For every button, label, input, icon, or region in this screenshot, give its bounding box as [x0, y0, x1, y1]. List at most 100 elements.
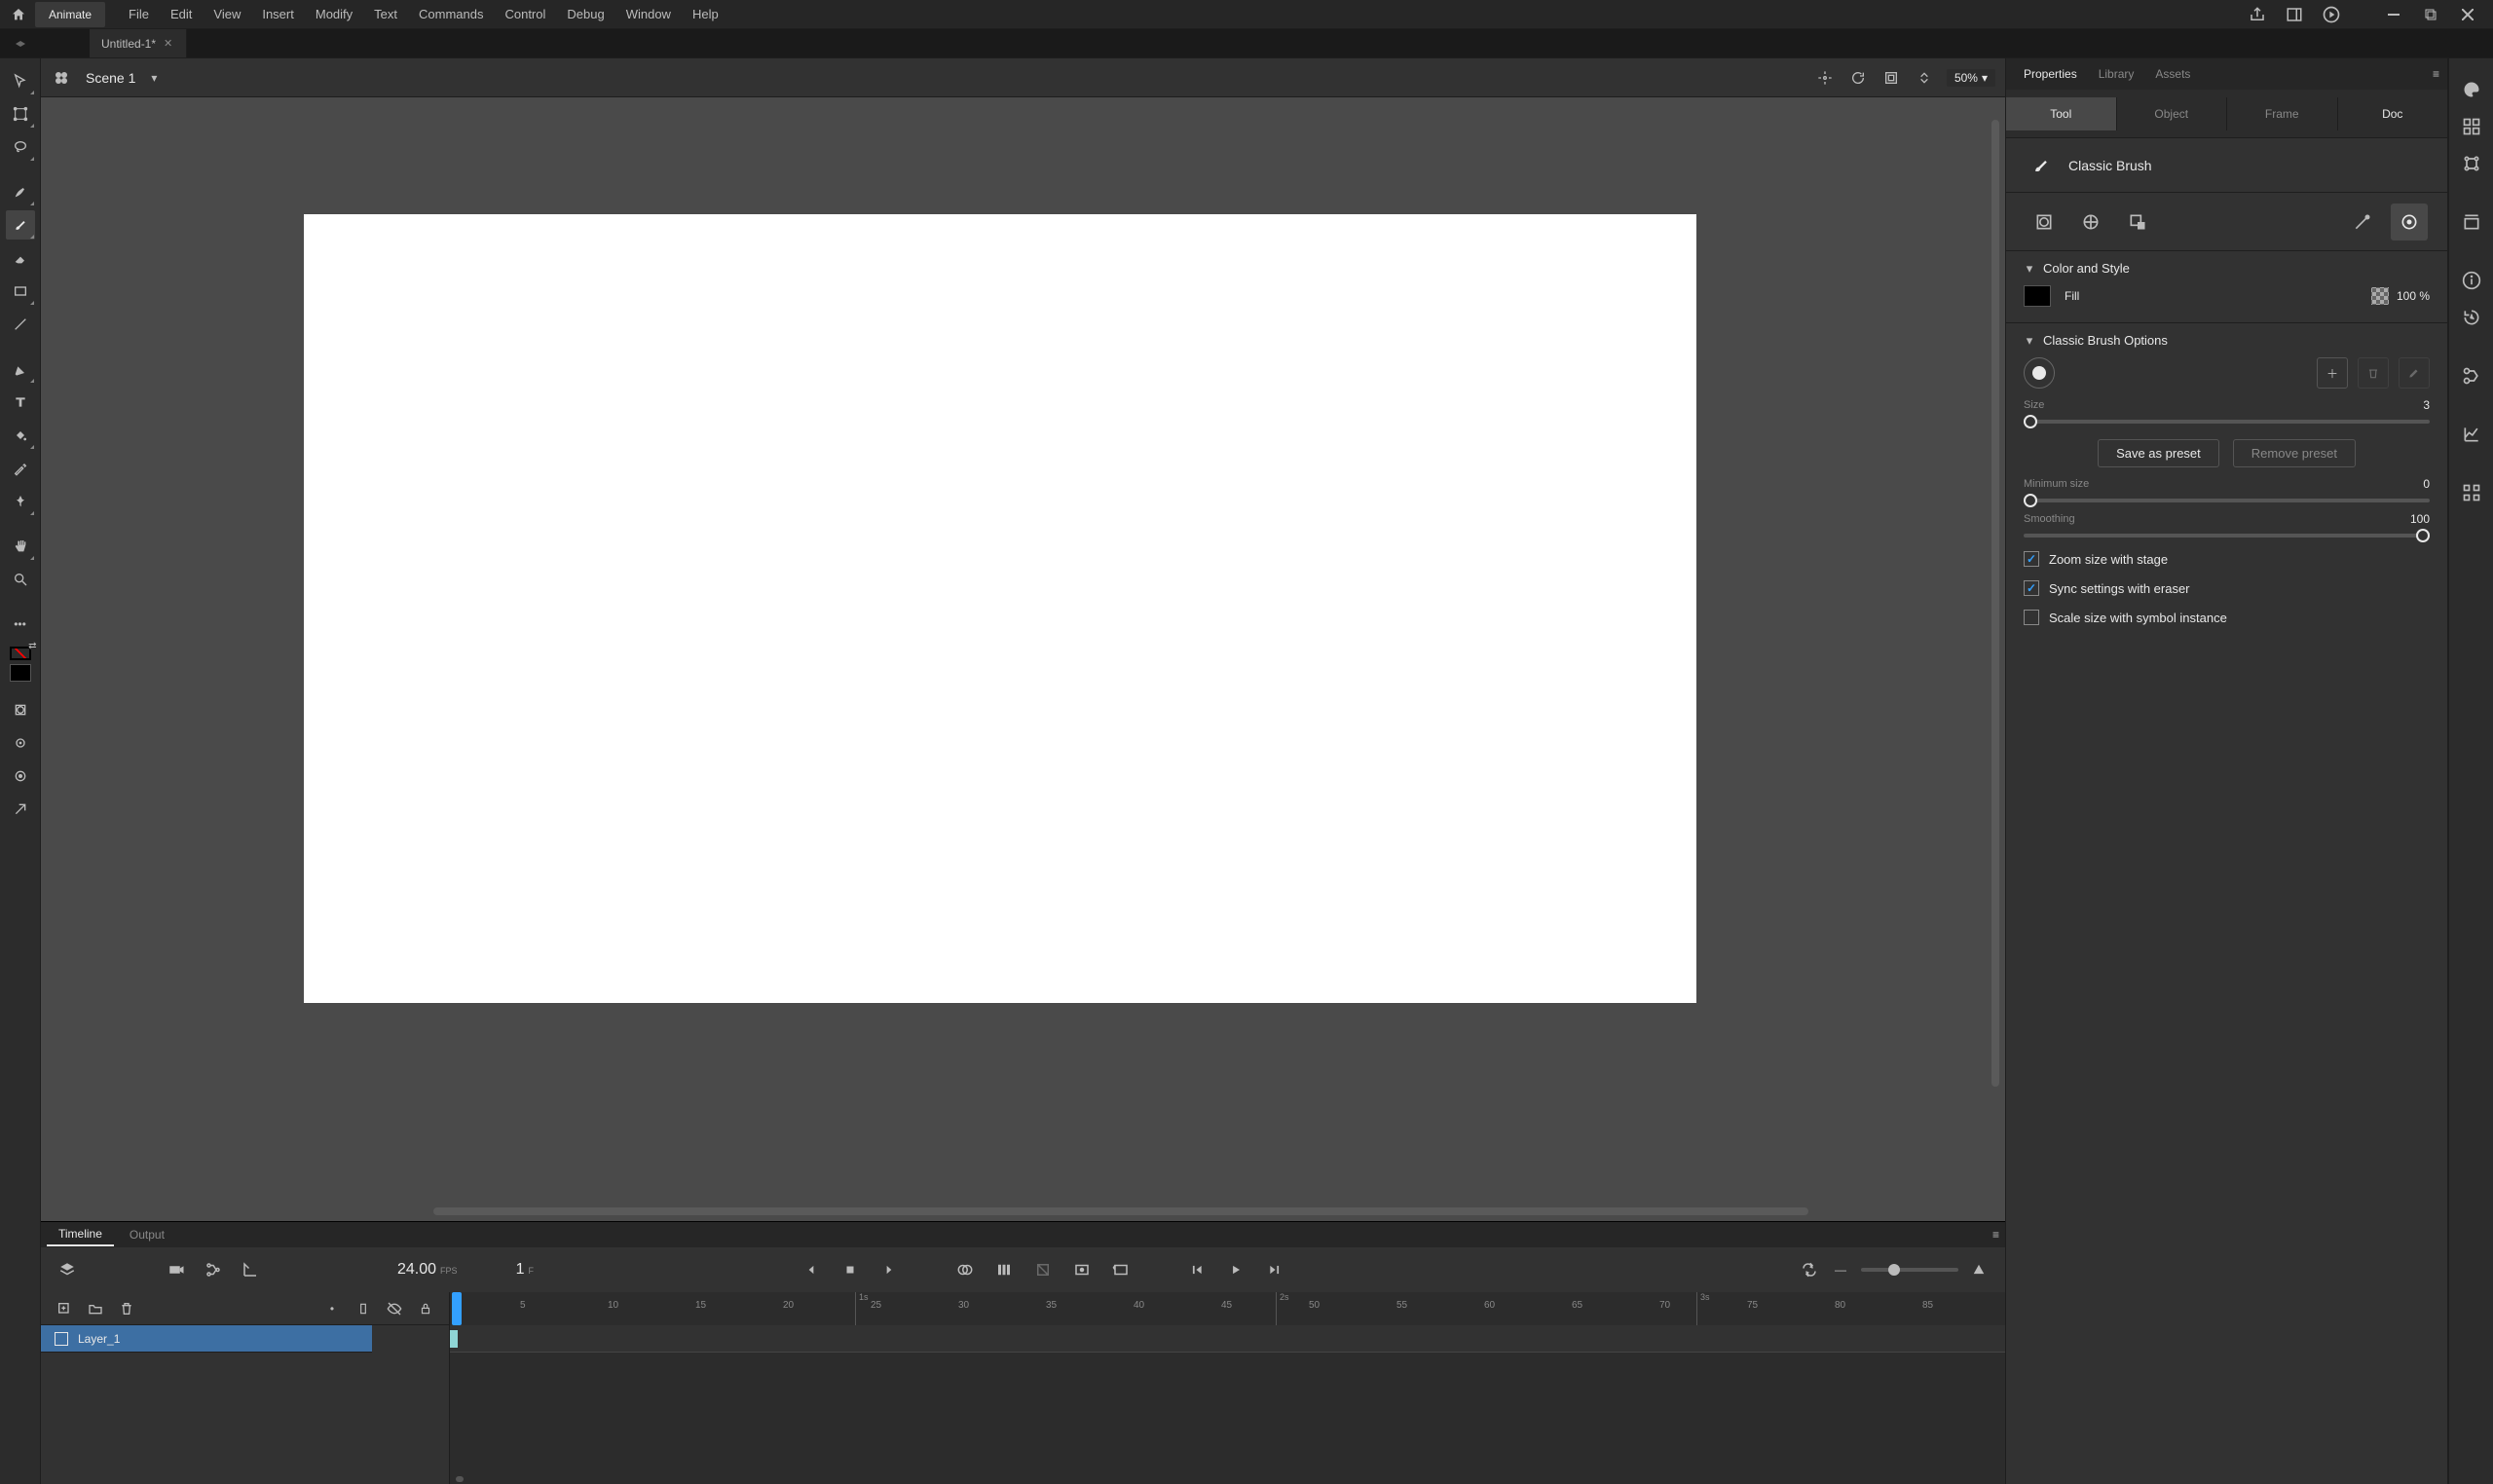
graph-icon[interactable]	[2458, 421, 2485, 448]
save-preset-button[interactable]: Save as preset	[2098, 439, 2219, 467]
pin-tool[interactable]	[6, 487, 35, 516]
brush-shape-preview[interactable]	[2024, 357, 2055, 389]
visibility-icon[interactable]	[385, 1299, 404, 1318]
menu-window[interactable]: Window	[616, 1, 681, 27]
camera-icon[interactable]	[166, 1259, 187, 1280]
lock-fill-icon[interactable]	[2119, 204, 2156, 241]
layer-row[interactable]: Layer_1	[41, 1325, 372, 1353]
onion-skin-icon[interactable]	[954, 1259, 976, 1280]
text-tool[interactable]	[6, 388, 35, 417]
play-icon[interactable]	[1225, 1259, 1246, 1280]
minimize-button[interactable]	[2382, 5, 2405, 24]
rotate-stage-icon[interactable]	[1847, 67, 1869, 89]
fill-color-picker[interactable]	[2024, 285, 2051, 307]
timeline-zoom-out-icon[interactable]: —	[1830, 1259, 1851, 1280]
components-icon[interactable]	[2458, 479, 2485, 506]
highlight-layers-icon[interactable]: •	[322, 1299, 342, 1318]
color-palette-icon[interactable]	[2458, 76, 2485, 103]
eyedropper-tool[interactable]	[6, 454, 35, 483]
document-tab[interactable]: Untitled-1* ✕	[90, 29, 187, 57]
menu-help[interactable]: Help	[683, 1, 728, 27]
current-frame-value[interactable]: 1	[516, 1261, 525, 1279]
play-publish-icon[interactable]	[2322, 5, 2341, 24]
toolbar-collapse-icon[interactable]	[0, 41, 41, 47]
subtab-tool[interactable]: Tool	[2006, 97, 2117, 130]
paint-bucket-tool[interactable]	[6, 421, 35, 450]
menu-view[interactable]: View	[204, 1, 250, 27]
marker-icon[interactable]	[1032, 1259, 1054, 1280]
frames-scrollbar[interactable]	[450, 1474, 2005, 1484]
menu-edit[interactable]: Edit	[161, 1, 202, 27]
canvas-horizontal-scrollbar[interactable]	[433, 1207, 1808, 1215]
scene-dropdown-icon[interactable]: ▾	[151, 71, 157, 85]
menu-debug[interactable]: Debug	[557, 1, 614, 27]
canvas-vertical-scrollbar[interactable]	[1991, 120, 1999, 1086]
selection-tool[interactable]	[6, 66, 35, 95]
section-header-color[interactable]: ▾ Color and Style	[2024, 261, 2430, 276]
line-tool[interactable]	[6, 310, 35, 339]
workspace-icon[interactable]	[2285, 5, 2304, 24]
zoom-level-dropdown[interactable]: 50% ▾	[1947, 69, 1995, 87]
frames-row[interactable]	[450, 1325, 2005, 1353]
layer-parenting-icon[interactable]	[203, 1259, 224, 1280]
menu-commands[interactable]: Commands	[409, 1, 493, 27]
fill-opacity-value[interactable]: 100 %	[2397, 289, 2430, 303]
close-button[interactable]	[2456, 5, 2479, 24]
assets-tab[interactable]: Assets	[2145, 61, 2200, 87]
library-tab[interactable]: Library	[2089, 61, 2144, 87]
sync-eraser-checkbox[interactable]: Sync settings with eraser	[2024, 580, 2430, 596]
free-transform-tool[interactable]	[6, 99, 35, 129]
swatches-icon[interactable]	[2458, 113, 2485, 140]
stop-icon[interactable]	[839, 1259, 861, 1280]
pressure-icon[interactable]	[2344, 204, 2381, 241]
fit-zoom-icon[interactable]	[1914, 67, 1935, 89]
timeline-tab[interactable]: Timeline	[47, 1223, 114, 1246]
delete-layer-icon[interactable]	[117, 1299, 136, 1318]
size-slider[interactable]	[2024, 420, 2430, 424]
section-header-brush[interactable]: ▾ Classic Brush Options	[2024, 333, 2430, 348]
fps-display[interactable]: 24.00 FPS	[397, 1261, 458, 1279]
menu-insert[interactable]: Insert	[252, 1, 304, 27]
min-size-slider[interactable]	[2024, 499, 2430, 502]
subtab-frame[interactable]: Frame	[2227, 97, 2338, 130]
pen-tool[interactable]	[6, 354, 35, 384]
subtab-doc[interactable]: Doc	[2338, 97, 2448, 130]
remove-preset-button[interactable]: Remove preset	[2233, 439, 2356, 467]
hand-tool[interactable]	[6, 532, 35, 561]
history-icon[interactable]	[2458, 304, 2485, 331]
tilt-icon[interactable]	[2391, 204, 2428, 241]
eraser-tool[interactable]	[6, 243, 35, 273]
smoothing-slider[interactable]	[2024, 534, 2430, 538]
zoom-tool[interactable]	[6, 565, 35, 594]
min-size-value[interactable]: 0	[2423, 477, 2430, 491]
info-icon[interactable]	[2458, 267, 2485, 294]
tilt-toggle[interactable]	[6, 795, 35, 824]
go-to-first-frame-icon[interactable]	[800, 1259, 822, 1280]
output-tab[interactable]: Output	[118, 1224, 176, 1245]
zoom-with-stage-checkbox[interactable]: Zoom size with stage	[2024, 551, 2430, 567]
center-stage-icon[interactable]	[1814, 67, 1836, 89]
smoothing-value[interactable]: 100	[2410, 512, 2430, 526]
edit-toolbar-button[interactable]: •••	[6, 610, 35, 639]
panel-menu-icon[interactable]: ≡	[2433, 67, 2439, 81]
home-icon[interactable]	[6, 0, 31, 29]
insert-keyframe-icon[interactable]	[1071, 1259, 1093, 1280]
timeline-zoom-slider[interactable]	[1861, 1268, 1958, 1272]
opacity-checker-icon[interactable]	[2371, 287, 2389, 305]
rectangle-tool[interactable]	[6, 277, 35, 306]
scale-symbol-checkbox[interactable]: Scale size with symbol instance	[2024, 610, 2430, 625]
scene-title[interactable]: Scene 1	[86, 70, 135, 86]
classic-brush-tool[interactable]	[6, 210, 35, 240]
pressure-toggle[interactable]	[6, 761, 35, 791]
align-icon[interactable]	[2458, 150, 2485, 177]
menu-control[interactable]: Control	[495, 1, 555, 27]
subtab-object[interactable]: Object	[2117, 97, 2228, 130]
insert-frame-icon[interactable]	[1110, 1259, 1132, 1280]
timeline-zoom-in-icon[interactable]	[1968, 1259, 1990, 1280]
fill-color-swatch[interactable]	[10, 664, 31, 682]
edit-preset-icon[interactable]	[2399, 357, 2430, 389]
brush-mode-toggle[interactable]	[6, 728, 35, 758]
layer-stack-icon[interactable]	[56, 1259, 78, 1280]
size-value[interactable]: 3	[2423, 398, 2430, 412]
lasso-tool[interactable]	[6, 132, 35, 162]
